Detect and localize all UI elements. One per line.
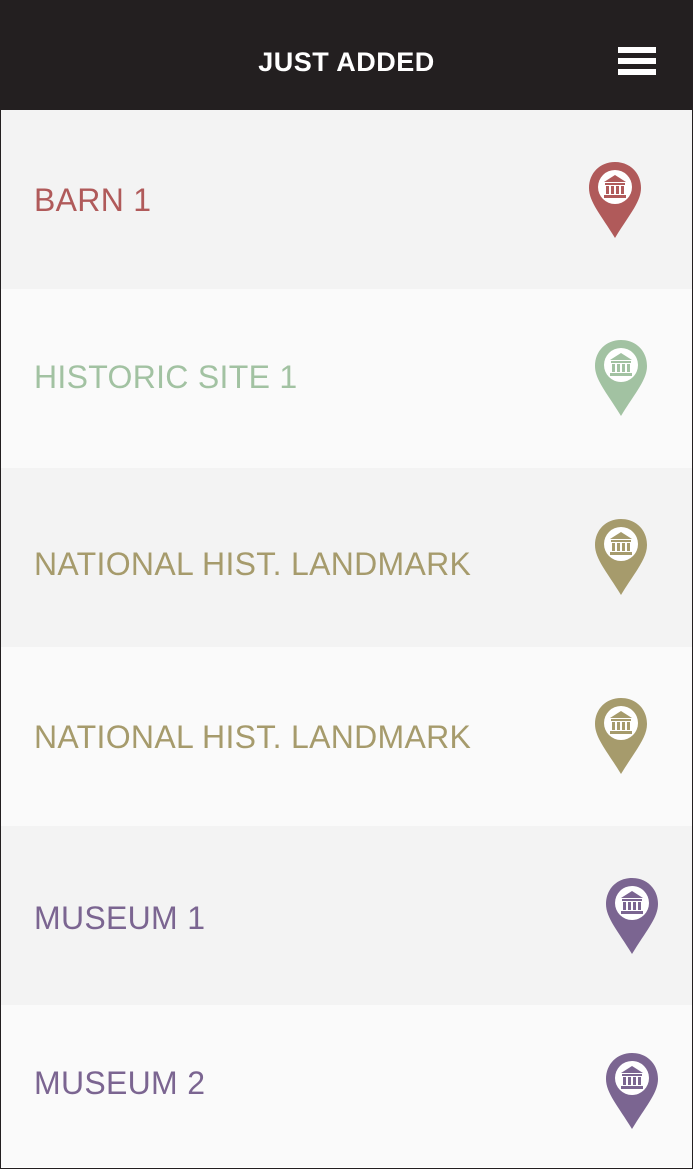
- app-screen: JUST ADDED BARN 1 HISTORIC SITE 1 NATION…: [0, 0, 693, 1169]
- list-item-label: HISTORIC SITE 1: [34, 359, 298, 395]
- hamburger-menu-icon[interactable]: [618, 47, 656, 79]
- landmark-pin-icon: [606, 878, 658, 954]
- list-item[interactable]: NATIONAL HIST. LANDMARK: [1, 647, 692, 826]
- list-item[interactable]: BARN 1: [1, 110, 692, 289]
- page-title: JUST ADDED: [258, 47, 435, 77]
- landmark-pin-icon: [595, 519, 647, 595]
- list-item[interactable]: NATIONAL HIST. LANDMARK: [1, 468, 692, 647]
- list-item-label: NATIONAL HIST. LANDMARK: [34, 719, 472, 755]
- list-item[interactable]: MUSEUM 2: [1, 1005, 692, 1167]
- list-item[interactable]: MUSEUM 1: [1, 826, 692, 1005]
- list-item-label: NATIONAL HIST. LANDMARK: [34, 546, 472, 582]
- landmark-pin-icon: [606, 1053, 658, 1129]
- place-list: BARN 1 HISTORIC SITE 1 NATIONAL HIST. LA…: [1, 110, 692, 1167]
- landmark-pin-icon: [595, 698, 647, 774]
- landmark-pin-icon: [589, 162, 641, 238]
- landmark-pin-icon: [595, 340, 647, 416]
- list-item-label: MUSEUM 2: [34, 1065, 206, 1101]
- header-bar: JUST ADDED: [1, 1, 692, 110]
- list-item-label: BARN 1: [34, 182, 152, 218]
- list-item[interactable]: HISTORIC SITE 1: [1, 289, 692, 468]
- list-item-label: MUSEUM 1: [34, 900, 206, 936]
